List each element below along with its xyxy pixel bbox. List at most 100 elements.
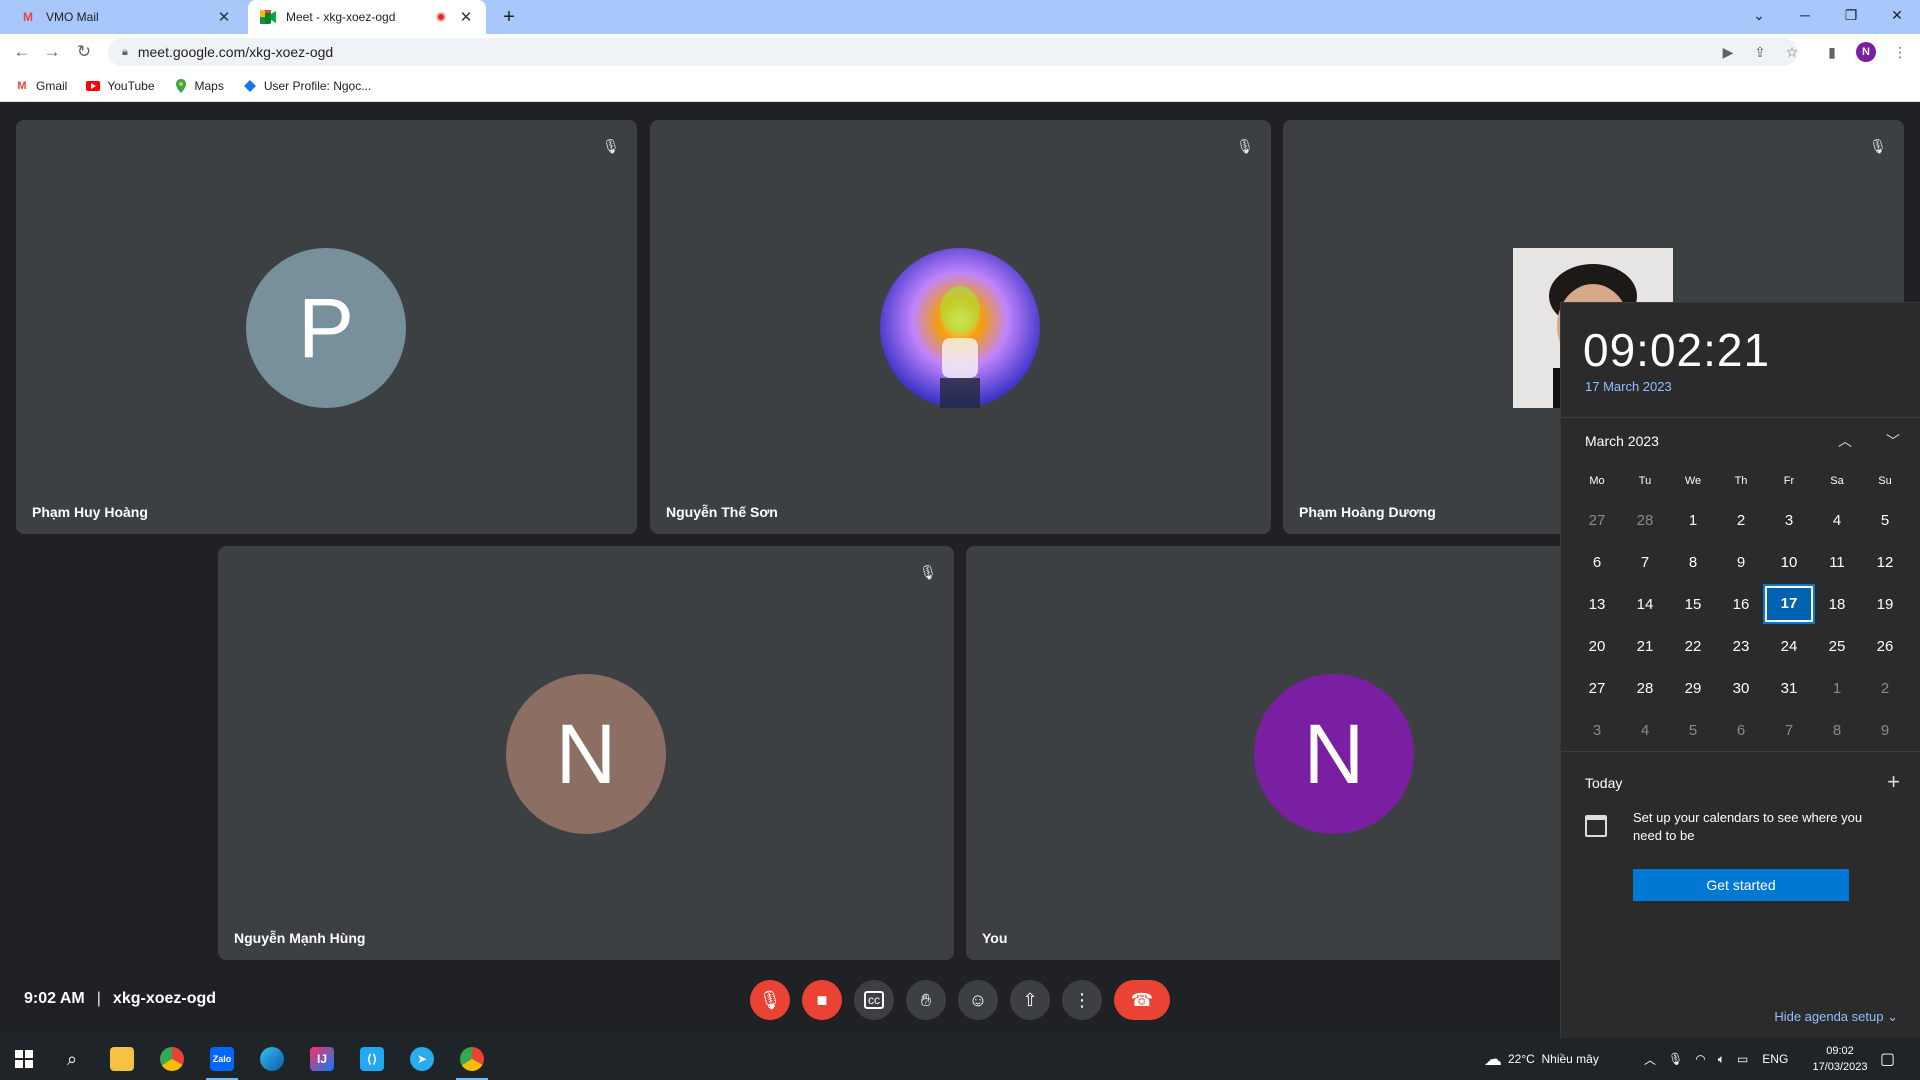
more-options-button[interactable]: ⋮ <box>1062 980 1102 1020</box>
calendar-day[interactable]: 30 <box>1717 680 1765 697</box>
bookmark-maps[interactable]: Maps <box>173 78 224 94</box>
search-button[interactable]: ⌕ <box>48 1038 96 1080</box>
taskbar-clock[interactable]: 09:02 17/03/2023 <box>1808 1043 1872 1075</box>
close-window-button[interactable]: ✕ <box>1874 0 1920 30</box>
calendar-day[interactable]: 8 <box>1669 554 1717 571</box>
calendar-day[interactable]: 4 <box>1813 512 1861 529</box>
taskbar-chrome-meet[interactable] <box>448 1038 496 1080</box>
side-panel-icon[interactable]: ▮ <box>1822 42 1842 62</box>
speaker-icon[interactable]: 🔈︎ <box>1718 1052 1725 1067</box>
share-icon[interactable]: ⇪ <box>1750 42 1770 62</box>
bookmark-star-icon[interactable]: ☆ <box>1782 42 1802 62</box>
camera-icon[interactable]: ▶ <box>1718 42 1738 62</box>
close-icon[interactable]: ✕ <box>458 8 474 26</box>
calendar-day[interactable]: 29 <box>1669 680 1717 697</box>
weather-widget[interactable]: ☁ 22°C Nhiều mây <box>1484 1038 1599 1080</box>
forward-icon[interactable]: → <box>40 40 64 64</box>
calendar-day[interactable]: 20 <box>1573 638 1621 655</box>
calendar-day[interactable]: 3 <box>1765 512 1813 529</box>
calendar-day[interactable]: 18 <box>1813 596 1861 613</box>
wifi-icon[interactable]: ◠ <box>1695 1052 1705 1066</box>
participant-tile[interactable]: 🎙︎ N Nguyễn Mạnh Hùng <box>218 546 954 960</box>
taskbar-vscode[interactable]: ⟨⟩ <box>348 1038 396 1080</box>
tab-meet[interactable]: Meet - xkg-xoez-ogd ✕ <box>248 0 486 34</box>
calendar-day[interactable]: 7 <box>1621 554 1669 571</box>
calendar-day[interactable]: 27 <box>1573 680 1621 697</box>
taskbar-telegram[interactable]: ➤ <box>398 1038 446 1080</box>
calendar-day[interactable]: 7 <box>1765 722 1813 739</box>
restore-button[interactable]: ❐ <box>1828 0 1874 30</box>
calendar-day[interactable]: 28 <box>1621 512 1669 529</box>
chevron-up-icon[interactable]: ︿ <box>1835 431 1855 451</box>
clock-date[interactable]: 17 March 2023 <box>1585 379 1672 394</box>
get-started-button[interactable]: Get started <box>1633 869 1849 901</box>
new-tab-button[interactable]: + <box>496 4 522 30</box>
calendar-day[interactable]: 13 <box>1573 596 1621 613</box>
chevron-down-icon[interactable]: ﹀ <box>1883 431 1903 451</box>
calendar-day[interactable]: 23 <box>1717 638 1765 655</box>
minimize-button[interactable]: ─ <box>1782 0 1828 30</box>
bookmark-youtube[interactable]: YouTube <box>85 78 155 94</box>
back-icon[interactable]: ← <box>10 40 34 64</box>
calendar-day[interactable]: 9 <box>1861 722 1909 739</box>
month-label[interactable]: March 2023 <box>1585 433 1659 449</box>
mic-toggle-button[interactable]: 🎙︎ <box>750 980 790 1020</box>
calendar-day[interactable]: 4 <box>1621 722 1669 739</box>
participant-tile[interactable]: 🎙︎ P Phạm Huy Hoàng <box>16 120 637 534</box>
hide-agenda-link[interactable]: Hide agenda setup ⌄ <box>1774 1009 1898 1025</box>
reactions-button[interactable]: ☺ <box>958 980 998 1020</box>
start-button[interactable] <box>0 1038 48 1080</box>
tab-search-icon[interactable]: ⌄ <box>1736 0 1782 30</box>
leave-call-button[interactable]: ☎︎ <box>1114 980 1170 1020</box>
calendar-day[interactable]: 11 <box>1813 554 1861 571</box>
taskbar-edge[interactable] <box>248 1038 296 1080</box>
menu-icon[interactable]: ⋮ <box>1890 42 1910 62</box>
taskbar-zalo[interactable]: Zalo <box>198 1038 246 1080</box>
address-bar[interactable]: 🔒︎ meet.google.com/xkg-xoez-ogd <box>108 38 1798 66</box>
calendar-day[interactable]: 2 <box>1717 512 1765 529</box>
calendar-day[interactable]: 31 <box>1765 680 1813 697</box>
chevron-up-icon[interactable]: ︿ <box>1644 1051 1656 1068</box>
avatar[interactable]: N <box>1856 42 1876 62</box>
calendar-day[interactable]: 14 <box>1621 596 1669 613</box>
calendar-day[interactable]: 9 <box>1717 554 1765 571</box>
calendar-day[interactable]: 5 <box>1669 722 1717 739</box>
close-icon[interactable]: ✕ <box>216 8 232 26</box>
microphone-icon[interactable]: 🎙︎ <box>1668 1052 1683 1066</box>
reload-icon[interactable]: ↻ <box>72 40 96 64</box>
taskbar-intellij[interactable]: IJ <box>298 1038 346 1080</box>
language-indicator[interactable]: ENG <box>1762 1052 1788 1066</box>
calendar-day[interactable]: 10 <box>1765 554 1813 571</box>
calendar-day[interactable]: 27 <box>1573 512 1621 529</box>
calendar-day[interactable]: 28 <box>1621 680 1669 697</box>
calendar-day[interactable]: 3 <box>1573 722 1621 739</box>
present-button[interactable]: ⇧ <box>1010 980 1050 1020</box>
captions-button[interactable]: cc <box>854 980 894 1020</box>
calendar-day[interactable]: 19 <box>1861 596 1909 613</box>
battery-icon[interactable]: ▭ <box>1737 1052 1748 1066</box>
add-event-icon[interactable]: + <box>1887 769 1900 795</box>
notification-button[interactable]: ▢ <box>1880 1038 1895 1080</box>
calendar-day-today[interactable]: 17 <box>1763 584 1815 624</box>
calendar-day[interactable]: 12 <box>1861 554 1909 571</box>
calendar-day[interactable]: 1 <box>1813 680 1861 697</box>
taskbar-file-explorer[interactable] <box>98 1038 146 1080</box>
calendar-day[interactable]: 5 <box>1861 512 1909 529</box>
bookmark-user-profile[interactable]: User Profile: Ngọc... <box>242 78 371 94</box>
calendar-day[interactable]: 8 <box>1813 722 1861 739</box>
tab-vmo-mail[interactable]: M VMO Mail ✕ <box>8 0 244 34</box>
taskbar-chrome[interactable] <box>148 1038 196 1080</box>
calendar-day[interactable]: 15 <box>1669 596 1717 613</box>
calendar-day[interactable]: 16 <box>1717 596 1765 613</box>
calendar-day[interactable]: 6 <box>1573 554 1621 571</box>
calendar-day[interactable]: 1 <box>1669 512 1717 529</box>
calendar-day[interactable]: 6 <box>1717 722 1765 739</box>
calendar-day[interactable]: 25 <box>1813 638 1861 655</box>
camera-toggle-button[interactable]: ■ <box>802 980 842 1020</box>
calendar-day[interactable]: 22 <box>1669 638 1717 655</box>
calendar-day[interactable]: 24 <box>1765 638 1813 655</box>
calendar-day[interactable]: 26 <box>1861 638 1909 655</box>
calendar-day[interactable]: 21 <box>1621 638 1669 655</box>
bookmark-gmail[interactable]: M Gmail <box>14 78 67 94</box>
calendar-day[interactable]: 2 <box>1861 680 1909 697</box>
